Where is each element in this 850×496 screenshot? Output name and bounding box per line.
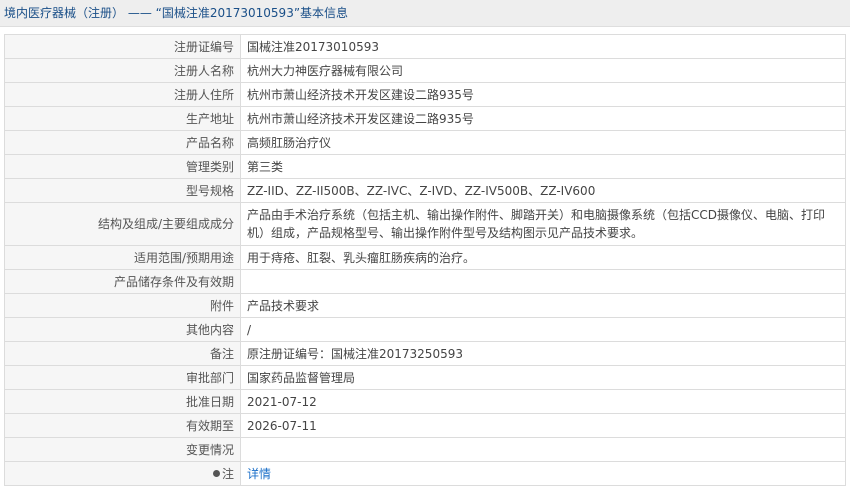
row-value bbox=[240, 269, 846, 294]
table-row: 注册人名称 杭州大力神医疗器械有限公司 bbox=[4, 58, 846, 83]
table-row: 备注 原注册证编号：国械注准20173250593 bbox=[4, 341, 846, 366]
row-label: 备注 bbox=[4, 341, 241, 366]
row-value: 2026-07-11 bbox=[240, 413, 846, 438]
page-title: 境内医疗器械（注册） —— “国械注准20173010593”基本信息 bbox=[4, 6, 349, 20]
row-label: 批准日期 bbox=[4, 389, 241, 414]
row-label: 注册证编号 bbox=[4, 34, 241, 59]
table-row: 结构及组成/主要组成成分 产品由手术治疗系统（包括主机、输出操作附件、脚踏开关）… bbox=[4, 202, 846, 246]
note-label-cell: 注 bbox=[4, 461, 241, 486]
table-row: 型号规格 ZZ-IID、ZZ-II500B、ZZ-IVC、Z-IVD、ZZ-IV… bbox=[4, 178, 846, 203]
table-row: 其他内容 / bbox=[4, 317, 846, 342]
row-label: 其他内容 bbox=[4, 317, 241, 342]
row-label: 附件 bbox=[4, 293, 241, 318]
table-row: 适用范围/预期用途 用于痔疮、肛裂、乳头瘤肛肠疾病的治疗。 bbox=[4, 245, 846, 270]
row-label: 产品储存条件及有效期 bbox=[4, 269, 241, 294]
row-label: 注册人住所 bbox=[4, 82, 241, 107]
details-link[interactable]: 详情 bbox=[247, 467, 271, 481]
row-value: 国械注准20173010593 bbox=[240, 34, 846, 59]
table-row: 变更情况 bbox=[4, 437, 846, 462]
row-label: 审批部门 bbox=[4, 365, 241, 390]
page-header: 境内医疗器械（注册） —— “国械注准20173010593”基本信息 bbox=[0, 0, 850, 27]
table-row: 注册人住所 杭州市萧山经济技术开发区建设二路935号 bbox=[4, 82, 846, 107]
note-label: 注 bbox=[221, 466, 234, 481]
table-row: 管理类别 第三类 bbox=[4, 154, 846, 179]
row-value: 高频肛肠治疗仪 bbox=[240, 130, 846, 155]
row-value: 国家药品监督管理局 bbox=[240, 365, 846, 390]
row-value: 杭州市萧山经济技术开发区建设二路935号 bbox=[240, 82, 846, 107]
note-value-cell: 详情 bbox=[240, 461, 846, 486]
note-row: 注 详情 bbox=[4, 461, 846, 486]
row-value: 第三类 bbox=[240, 154, 846, 179]
row-value: ZZ-IID、ZZ-II500B、ZZ-IVC、Z-IVD、ZZ-IV500B、… bbox=[240, 178, 846, 203]
row-value: 杭州市萧山经济技术开发区建设二路935号 bbox=[240, 106, 846, 131]
registration-info-table: 注册证编号 国械注准20173010593 注册人名称 杭州大力神医疗器械有限公… bbox=[4, 34, 846, 486]
table-row: 产品储存条件及有效期 bbox=[4, 269, 846, 294]
row-value: 原注册证编号：国械注准20173250593 bbox=[240, 341, 846, 366]
row-label: 生产地址 bbox=[4, 106, 241, 131]
row-label: 产品名称 bbox=[4, 130, 241, 155]
row-label: 型号规格 bbox=[4, 178, 241, 203]
row-value bbox=[240, 437, 846, 462]
row-value: 用于痔疮、肛裂、乳头瘤肛肠疾病的治疗。 bbox=[240, 245, 846, 270]
row-value: / bbox=[240, 317, 846, 342]
row-value: 2021-07-12 bbox=[240, 389, 846, 414]
table-row: 批准日期 2021-07-12 bbox=[4, 389, 846, 414]
row-label: 结构及组成/主要组成成分 bbox=[4, 202, 241, 246]
table-row: 生产地址 杭州市萧山经济技术开发区建设二路935号 bbox=[4, 106, 846, 131]
table-row: 注册证编号 国械注准20173010593 bbox=[4, 34, 846, 59]
table-row: 产品名称 高频肛肠治疗仪 bbox=[4, 130, 846, 155]
row-label: 变更情况 bbox=[4, 437, 241, 462]
row-value: 产品由手术治疗系统（包括主机、输出操作附件、脚踏开关）和电脑摄像系统（包括CCD… bbox=[240, 202, 846, 246]
row-label: 有效期至 bbox=[4, 413, 241, 438]
table-row: 审批部门 国家药品监督管理局 bbox=[4, 365, 846, 390]
row-label: 适用范围/预期用途 bbox=[4, 245, 241, 270]
table-row: 附件 产品技术要求 bbox=[4, 293, 846, 318]
pin-icon bbox=[212, 469, 220, 477]
table-row: 有效期至 2026-07-11 bbox=[4, 413, 846, 438]
row-value: 杭州大力神医疗器械有限公司 bbox=[240, 58, 846, 83]
row-label: 管理类别 bbox=[4, 154, 241, 179]
row-label: 注册人名称 bbox=[4, 58, 241, 83]
row-value: 产品技术要求 bbox=[240, 293, 846, 318]
